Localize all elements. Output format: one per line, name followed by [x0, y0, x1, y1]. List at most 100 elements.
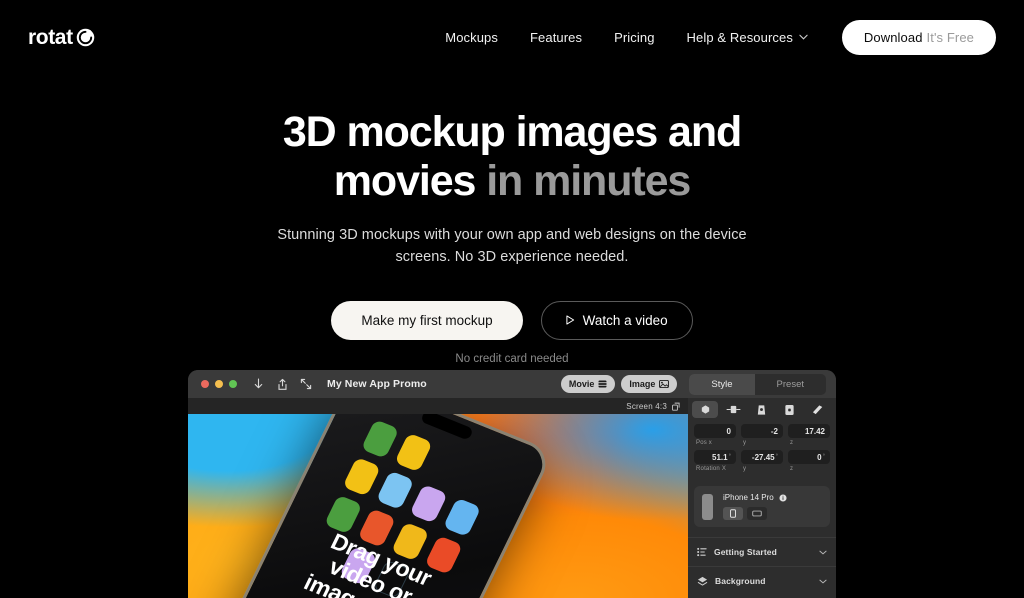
phone-screen: Drag your video or image here 1.17 — [226, 414, 550, 598]
tab-style[interactable]: Style — [689, 373, 755, 395]
rotation-x-value: 51.1 — [712, 452, 728, 462]
canvas-toolbar: Screen 4:3 — [188, 398, 688, 414]
nav-item-features[interactable]: Features — [514, 22, 598, 53]
app-window-preview: My New App Promo Movie Image Style Prese… — [188, 370, 836, 598]
window-controls — [201, 380, 237, 388]
panel-tab-screen-icon[interactable] — [776, 401, 802, 418]
position-x-label: Pos x — [696, 440, 713, 446]
nav-label: Pricing — [614, 29, 655, 45]
titlebar-right-controls: Movie Image Style Preset — [560, 373, 826, 395]
panel-tab-transform-icon[interactable] — [720, 401, 746, 418]
position-y-field[interactable]: -2 y — [741, 424, 783, 446]
rotation-x-field[interactable]: 51.1 ° Rotation X — [694, 450, 736, 472]
hero-section: 3D mockup images and movies in minutes S… — [0, 108, 1024, 365]
app-icon — [342, 457, 382, 497]
panel-tab-material-icon[interactable] — [748, 401, 774, 418]
hero-subtitle: Stunning 3D mockups with your own app an… — [277, 227, 747, 265]
landscape-icon — [752, 510, 762, 517]
rotation-z-value: 0 — [817, 452, 822, 462]
site-header: rotat Mockups Features Pricing Help & Re… — [0, 0, 1024, 74]
minimize-button[interactable] — [215, 380, 223, 388]
portrait-icon — [730, 509, 736, 518]
panel-tab-object-icon[interactable] — [692, 401, 718, 418]
download-icon[interactable] — [249, 375, 267, 393]
nav-item-pricing[interactable]: Pricing — [598, 22, 670, 53]
hero-cta-row: Make my first mockup Watch a video — [0, 300, 1024, 340]
rotation-z-label: z — [790, 466, 794, 472]
maximize-button[interactable] — [229, 380, 237, 388]
rotation-y-value: -27.45 — [751, 452, 775, 462]
app-titlebar: My New App Promo Movie Image Style Prese… — [188, 370, 836, 398]
position-z-label: z — [790, 440, 794, 446]
aspect-ratio-icon[interactable] — [672, 402, 680, 411]
landscape-orientation-button[interactable] — [747, 507, 767, 520]
phone-mockup[interactable]: Drag your video or image here 1.17 — [221, 414, 555, 598]
nav-label: Help & Resources — [686, 29, 793, 45]
rotation-z-field[interactable]: 0 ° z — [788, 450, 830, 472]
app-icon-empty — [461, 460, 500, 499]
app-icon — [442, 497, 482, 538]
tab-preset[interactable]: Preset — [755, 374, 826, 395]
nav-item-help-resources[interactable]: Help & Resources — [671, 22, 824, 53]
rotation-z-unit: ° — [822, 454, 825, 460]
position-x-field[interactable]: 0 Pos x — [694, 424, 736, 446]
site-logo[interactable]: rotat — [28, 27, 96, 48]
panel-tab-shadow-icon[interactable] — [804, 401, 830, 418]
download-button[interactable]: Download It's Free — [841, 19, 996, 55]
info-icon[interactable] — [779, 493, 787, 502]
properties-panel: 0 Pos x -2 y 17.42 z 51.1 ° Rotation X -… — [688, 398, 836, 598]
orientation-toggle-group — [723, 507, 822, 520]
download-free-label: It's Free — [926, 29, 974, 45]
download-label: Download — [863, 29, 923, 45]
layers-icon — [697, 576, 708, 586]
device-thumbnail — [702, 493, 713, 520]
export-image-button[interactable]: Image — [621, 375, 678, 393]
app-icon-empty — [428, 446, 467, 485]
app-icon — [360, 419, 400, 459]
share-icon[interactable] — [273, 375, 291, 393]
rotation-x-unit: ° — [728, 454, 731, 460]
device-selector-card[interactable]: iPhone 14 Pro — [694, 486, 830, 527]
app-icon — [394, 432, 433, 473]
landing-page: rotat Mockups Features Pricing Help & Re… — [0, 0, 1024, 598]
app-body: Screen 4:3 Drag your video or 0 Pos x -2… — [188, 398, 836, 598]
device-name: iPhone 14 Pro — [723, 493, 774, 502]
project-title: My New App Promo — [327, 378, 427, 390]
main-nav: Mockups Features Pricing Help & Resource… — [429, 19, 996, 55]
play-icon — [566, 315, 575, 325]
portrait-orientation-button[interactable] — [723, 507, 743, 520]
rotation-y-field[interactable]: -27.45 ° y — [741, 450, 783, 472]
position-x-value: 0 — [726, 426, 731, 436]
hero-title-line2-dim: in minutes — [486, 156, 691, 205]
mockup-canvas[interactable]: Drag your video or image here 1.17 — [188, 414, 688, 598]
export-movie-button[interactable]: Movie — [560, 375, 616, 393]
watch-video-label: Watch a video — [582, 312, 668, 328]
accordion-label: Background — [715, 576, 766, 586]
phone-notch — [419, 414, 474, 441]
list-icon — [697, 547, 707, 557]
nav-label: Features — [530, 29, 583, 45]
chevron-down-icon — [799, 34, 808, 40]
image-icon — [659, 380, 670, 388]
app-icon — [375, 470, 415, 510]
nav-item-mockups[interactable]: Mockups — [429, 22, 514, 53]
position-row: 0 Pos x -2 y 17.42 z — [694, 424, 830, 446]
close-button[interactable] — [201, 380, 209, 388]
accordion-getting-started[interactable]: Getting Started — [688, 537, 836, 566]
nav-label: Mockups — [445, 29, 498, 45]
hero-title-line2-strong: movies — [333, 156, 487, 205]
screen-ratio-label: Screen 4:3 — [626, 401, 667, 411]
hero-title-line1: 3D mockup images and — [282, 108, 742, 156]
expand-icon[interactable] — [297, 375, 315, 393]
image-label: Image — [629, 379, 656, 389]
canvas-area: Screen 4:3 Drag your video or — [188, 398, 688, 598]
device-info: iPhone 14 Pro — [723, 493, 822, 520]
movie-label: Movie — [568, 379, 595, 389]
watch-video-button[interactable]: Watch a video — [540, 300, 693, 340]
make-first-mockup-button[interactable]: Make my first mockup — [331, 300, 523, 340]
accordion-background[interactable]: Background — [688, 566, 836, 595]
app-icon — [409, 484, 448, 524]
film-icon — [598, 380, 607, 388]
position-z-field[interactable]: 17.42 z — [788, 424, 830, 446]
position-z-value: 17.42 — [804, 426, 825, 436]
